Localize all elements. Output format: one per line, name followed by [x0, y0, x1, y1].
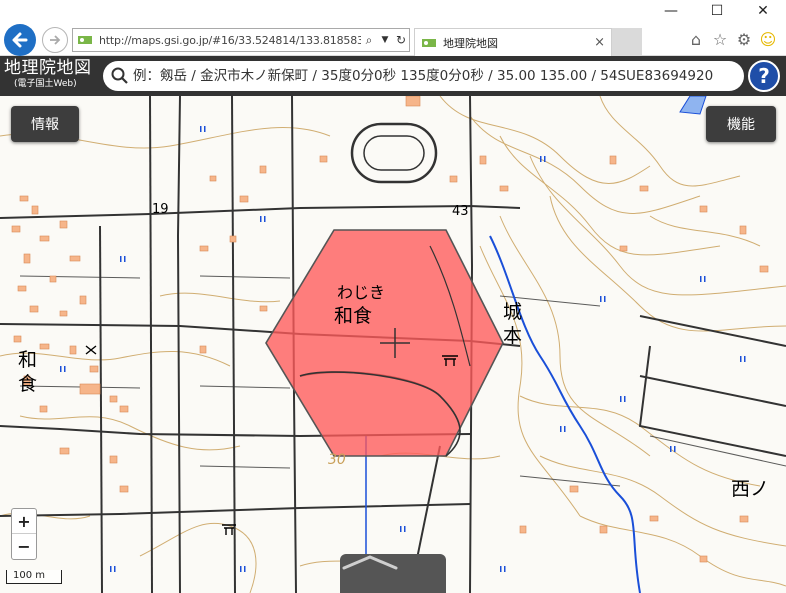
- place-label-nishino: 西ノ: [731, 478, 770, 500]
- maximize-button[interactable]: ☐: [694, 0, 740, 22]
- app-header: 地理院地図 (電子国土Web) ?: [0, 56, 786, 96]
- pond: [679, 96, 707, 115]
- expand-panel-button[interactable]: [340, 554, 446, 593]
- tab-close-icon[interactable]: ×: [594, 35, 605, 50]
- road-number-19: 19: [152, 202, 169, 217]
- app-subtitle: (電子国土Web): [14, 79, 77, 89]
- zoom-in-button[interactable]: +: [12, 509, 36, 534]
- contour-label-30: 30: [328, 452, 346, 468]
- search-icon[interactable]: ⌕: [361, 33, 377, 48]
- browser-toolbar: http://maps.gsi.go.jp/#16/33.524814/133.…: [0, 22, 786, 56]
- area-reading-label: わじき: [337, 283, 386, 302]
- smiley-icon[interactable]: ☺: [758, 29, 778, 49]
- back-button[interactable]: [4, 24, 36, 56]
- search-icon: [111, 67, 128, 84]
- zoom-control: + −: [11, 508, 37, 560]
- river: [489, 235, 641, 593]
- chevron-up-icon: [342, 555, 398, 570]
- place-label-shiromoto: 城 本: [503, 301, 523, 347]
- forward-button[interactable]: [42, 27, 68, 53]
- road-number-43: 43: [452, 204, 469, 219]
- scale-bar: 100 m: [6, 570, 62, 584]
- search-box[interactable]: [103, 61, 744, 91]
- search-input[interactable]: [133, 63, 744, 89]
- place-label-wajiki-left: 和 食: [18, 349, 38, 395]
- tab-favicon-icon: [421, 37, 437, 49]
- tab-gsi-map[interactable]: 地理院地図 ×: [414, 28, 612, 56]
- tab-title: 地理院地図: [443, 36, 498, 50]
- forward-arrow-icon: [50, 35, 61, 45]
- minimize-button[interactable]: —: [648, 0, 694, 22]
- address-text[interactable]: http://maps.gsi.go.jp/#16/33.524814/133.…: [99, 34, 361, 47]
- refresh-icon[interactable]: ↻: [393, 33, 409, 47]
- star-icon[interactable]: ☆: [710, 29, 730, 49]
- new-tab-button[interactable]: [612, 28, 642, 56]
- title-bar: — ☐ ✕: [0, 0, 786, 22]
- map-view[interactable]: 和 食 わじき 和食 城 本 西ノ 19 43 30 情報 機能 + − 100…: [0, 96, 786, 593]
- close-window-button[interactable]: ✕: [740, 0, 786, 22]
- back-arrow-icon: [12, 32, 28, 48]
- help-button[interactable]: ?: [748, 60, 780, 92]
- home-icon[interactable]: ⌂: [686, 29, 706, 49]
- track-shape: [350, 122, 438, 184]
- address-bar[interactable]: http://maps.gsi.go.jp/#16/33.524814/133.…: [72, 28, 410, 52]
- browser-window: — ☐ ✕ http://maps.gsi.go.jp/#16/33.52481…: [0, 0, 786, 593]
- area-name-label: 和食: [334, 305, 373, 327]
- map-canvas[interactable]: [0, 96, 786, 593]
- dropdown-icon[interactable]: ▼: [377, 35, 393, 45]
- app-logo[interactable]: 地理院地図 (電子国土Web): [4, 58, 92, 90]
- gear-icon[interactable]: ⚙: [734, 29, 754, 49]
- app-title: 地理院地図: [4, 58, 92, 78]
- info-button[interactable]: 情報: [11, 106, 79, 142]
- function-button[interactable]: 機能: [706, 106, 776, 142]
- site-favicon-icon: [77, 34, 93, 46]
- zoom-out-button[interactable]: −: [12, 534, 36, 559]
